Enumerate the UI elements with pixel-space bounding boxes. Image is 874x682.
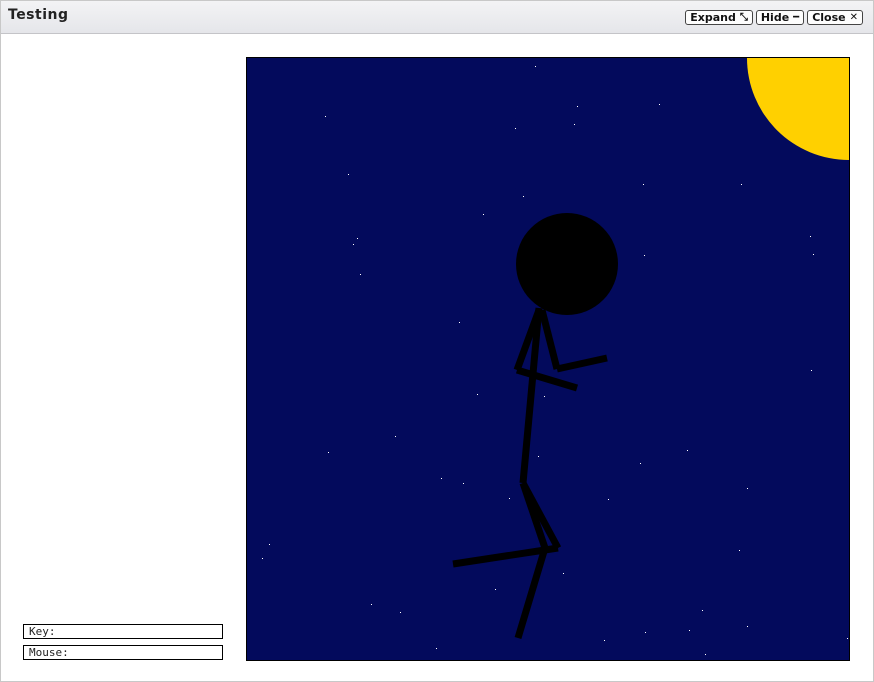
- expand-button-label: Expand: [690, 11, 736, 24]
- minus-icon: ━: [793, 11, 800, 23]
- star: [705, 654, 706, 655]
- star: [577, 106, 578, 107]
- close-button[interactable]: Close ✕: [807, 10, 863, 25]
- star: [269, 544, 270, 545]
- star: [459, 322, 460, 323]
- star: [483, 214, 484, 215]
- star: [608, 499, 609, 500]
- star: [357, 238, 358, 239]
- star: [463, 483, 464, 484]
- hide-button-label: Hide: [760, 11, 790, 24]
- star: [645, 632, 646, 633]
- star: [847, 638, 848, 639]
- mouse-readout: Mouse:: [23, 645, 223, 660]
- star: [811, 370, 812, 371]
- star: [325, 116, 326, 117]
- star: [689, 630, 690, 631]
- window-title: Testing: [8, 7, 69, 23]
- star: [544, 396, 545, 397]
- star: [640, 463, 641, 464]
- star: [702, 610, 703, 611]
- star: [400, 612, 401, 613]
- star: [644, 255, 645, 256]
- star: [687, 450, 688, 451]
- star: [739, 550, 740, 551]
- hide-button[interactable]: Hide ━: [755, 10, 805, 25]
- star: [563, 573, 564, 574]
- night-sky: [247, 58, 849, 660]
- star: [523, 196, 524, 197]
- star: [360, 274, 361, 275]
- star: [395, 436, 396, 437]
- scene-svg: [247, 58, 849, 660]
- star: [747, 626, 748, 627]
- star: [813, 254, 814, 255]
- star: [495, 589, 496, 590]
- title-bar[interactable]: Testing Expand ⤡ Hide ━ Close ✕: [1, 1, 873, 34]
- app-window: Testing Expand ⤡ Hide ━ Close ✕ Key: Mou…: [0, 0, 874, 682]
- expand-button[interactable]: Expand ⤡: [685, 10, 753, 25]
- star: [574, 124, 575, 125]
- star: [477, 394, 478, 395]
- star: [509, 498, 510, 499]
- window-controls: Expand ⤡ Hide ━ Close ✕: [685, 10, 863, 25]
- game-canvas[interactable]: [246, 57, 850, 661]
- star: [659, 104, 660, 105]
- star: [348, 174, 349, 175]
- star: [371, 604, 372, 605]
- star: [538, 456, 539, 457]
- star: [262, 558, 263, 559]
- star: [535, 66, 536, 67]
- expand-icon: ⤡: [739, 11, 748, 23]
- star: [353, 244, 354, 245]
- star: [643, 184, 644, 185]
- star: [436, 648, 437, 649]
- star: [741, 184, 742, 185]
- star: [747, 488, 748, 489]
- star: [441, 478, 442, 479]
- star: [604, 640, 605, 641]
- figure-head: [516, 213, 618, 315]
- key-readout: Key:: [23, 624, 223, 639]
- close-icon: ✕: [849, 11, 858, 23]
- star: [515, 128, 516, 129]
- star: [810, 236, 811, 237]
- close-button-label: Close: [812, 11, 846, 24]
- star: [328, 452, 329, 453]
